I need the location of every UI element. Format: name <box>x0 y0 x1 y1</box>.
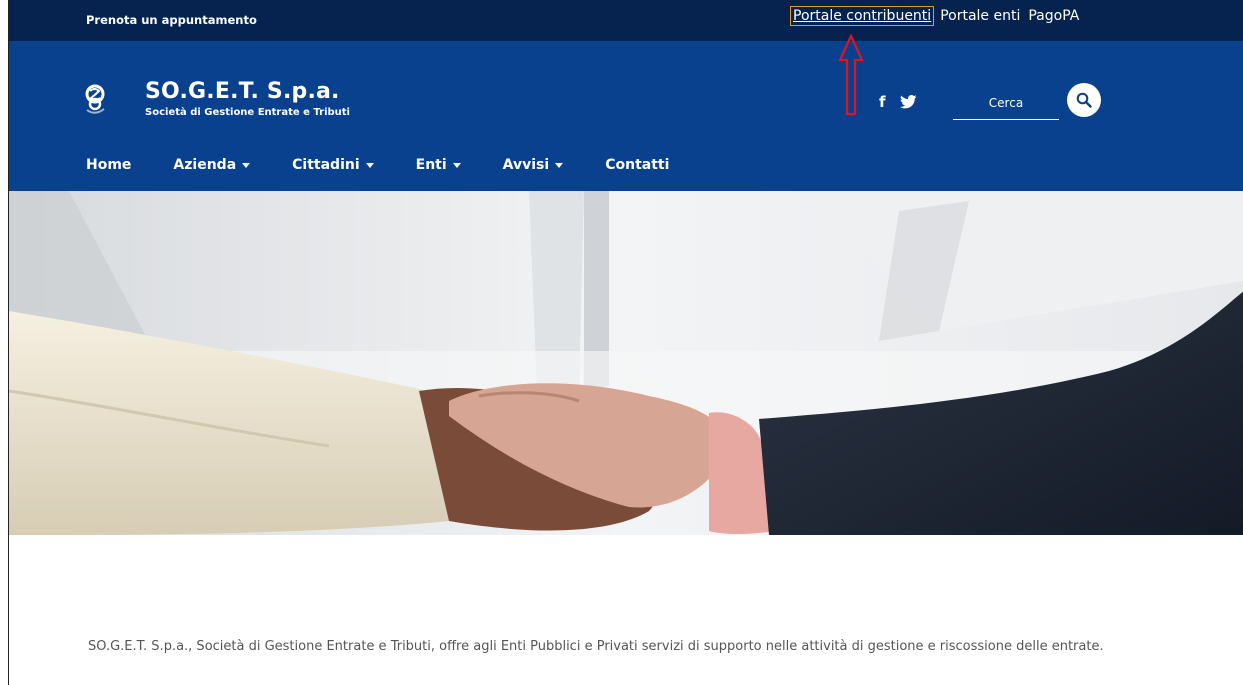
social-links: f <box>879 93 917 111</box>
search-button[interactable] <box>1067 83 1101 117</box>
hero-image <box>9 191 1243 535</box>
nav-label: Enti <box>415 157 447 173</box>
top-utility-bar: Prenota un appuntamento Portale contribu… <box>9 0 1243 41</box>
nav-item-contatti[interactable]: Contatti <box>605 157 669 173</box>
twitter-icon[interactable] <box>899 95 917 109</box>
nav-item-azienda[interactable]: Azienda <box>173 157 251 173</box>
nav-item-avvisi[interactable]: Avvisi <box>503 157 564 173</box>
search-field-wrapper <box>953 87 1059 120</box>
annotation-up-arrow-icon <box>838 34 864 116</box>
portale-contribuenti-link[interactable]: Portale contribuenti <box>789 6 935 26</box>
soget-logo-icon[interactable] <box>84 83 106 115</box>
facebook-icon[interactable]: f <box>879 93 886 111</box>
nav-label: Azienda <box>173 157 237 173</box>
caret-down-icon <box>555 162 564 168</box>
brand-name[interactable]: SO.G.E.T. S.p.a. <box>145 79 340 104</box>
handshake-illustration <box>9 191 1243 535</box>
portale-enti-link[interactable]: Portale enti <box>940 8 1020 24</box>
search-icon <box>1076 92 1092 108</box>
nav-item-cittadini[interactable]: Cittadini <box>292 157 374 173</box>
nav-item-enti[interactable]: Enti <box>416 157 461 173</box>
search-input[interactable] <box>953 87 1059 119</box>
nav-item-home[interactable]: Home <box>86 157 131 173</box>
site-header: SO.G.E.T. S.p.a. Società di Gestione Ent… <box>9 41 1243 191</box>
brand-subtitle: Società di Gestione Entrate e Tributi <box>145 107 350 118</box>
browser-viewport: Prenota un appuntamento Portale contribu… <box>8 0 1243 685</box>
nav-label: Home <box>86 157 132 173</box>
portal-links: Portale contribuenti Portale enti PagoPA <box>789 6 1079 26</box>
caret-down-icon <box>452 162 461 168</box>
nav-label: Avvisi <box>502 157 550 173</box>
appointment-link[interactable]: Prenota un appuntamento <box>86 13 257 27</box>
caret-down-icon <box>365 162 374 168</box>
intro-paragraph: SO.G.E.T. S.p.a., Società di Gestione En… <box>88 639 1104 654</box>
caret-down-icon <box>242 162 251 168</box>
nav-label: Cittadini <box>292 157 360 173</box>
pagopa-link[interactable]: PagoPA <box>1028 8 1079 24</box>
main-nav: Home Azienda Cittadini Enti Avvisi Conta… <box>86 157 711 173</box>
nav-label: Contatti <box>605 157 670 173</box>
